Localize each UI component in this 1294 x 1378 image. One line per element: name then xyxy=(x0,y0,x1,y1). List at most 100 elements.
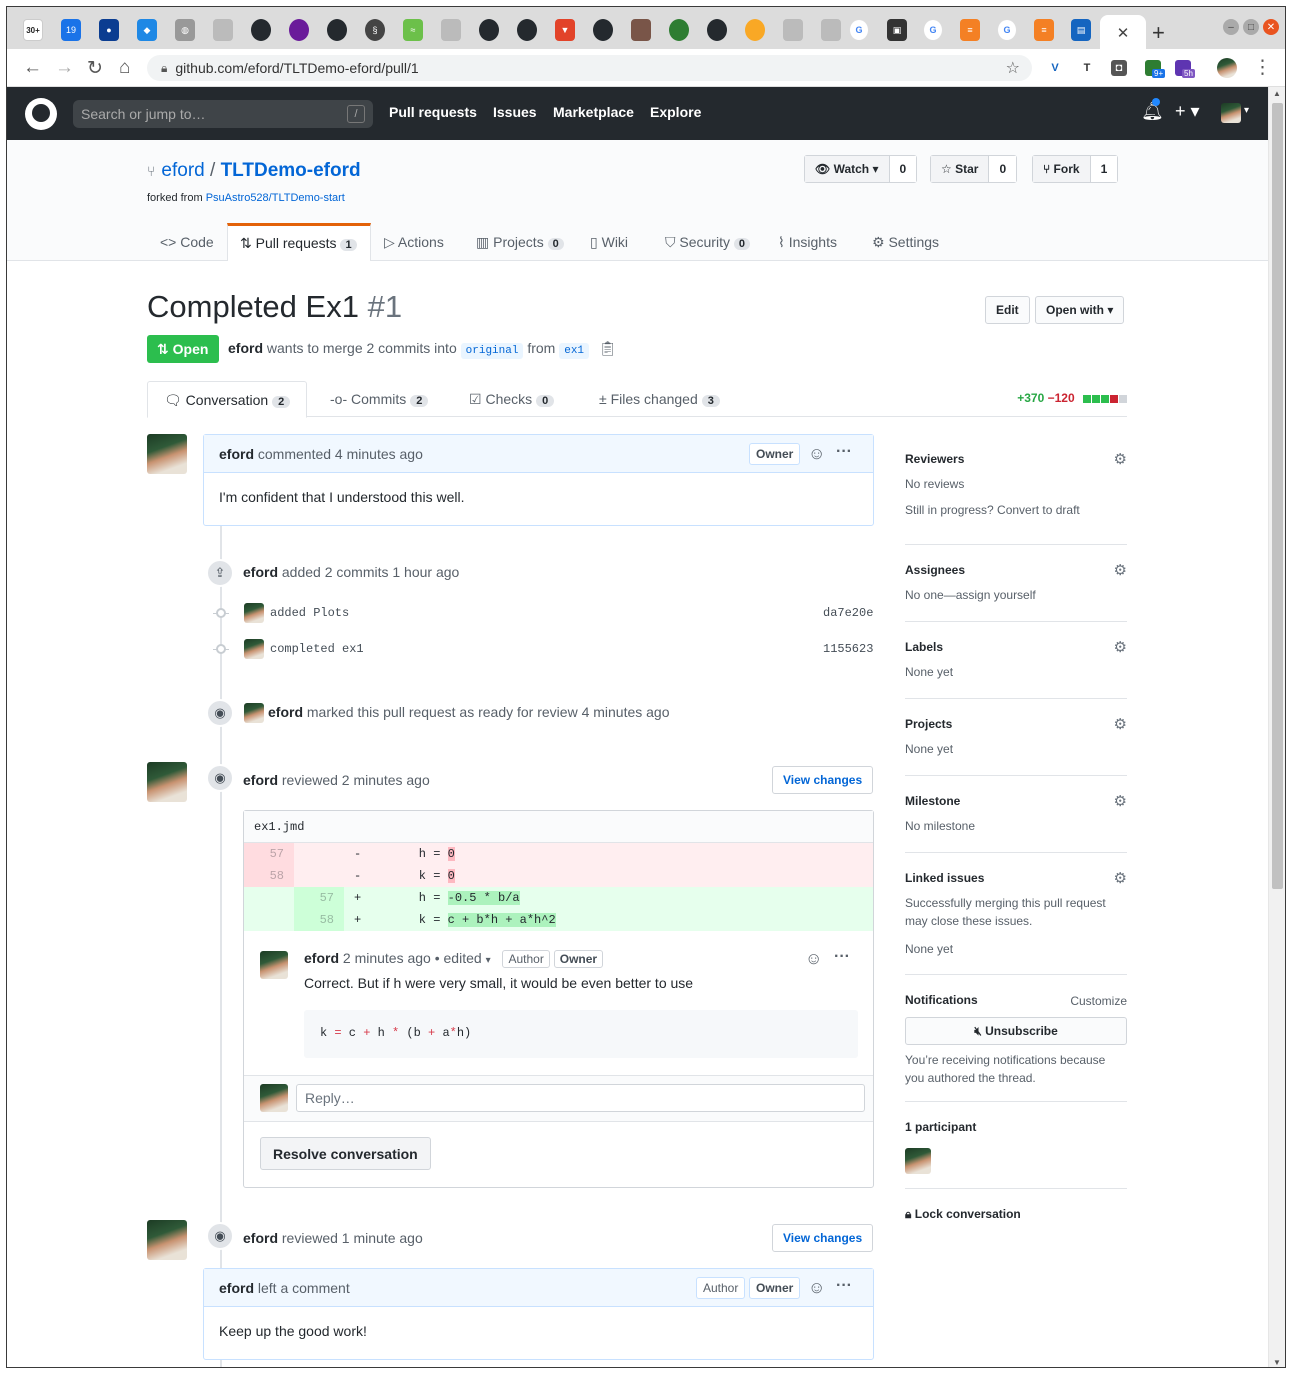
avatar[interactable] xyxy=(147,762,187,802)
tab-wiki[interactable]: ▯ Wiki xyxy=(590,223,628,261)
nav-issues[interactable]: Issues xyxy=(493,104,537,120)
gear-icon[interactable]: ⚙ xyxy=(1114,792,1127,810)
extension-badge-icon-1[interactable]: 9+ xyxy=(1145,60,1166,78)
tab-github-5[interactable] xyxy=(593,19,613,41)
avatar[interactable] xyxy=(244,639,264,659)
tab-github-3[interactable] xyxy=(479,19,499,41)
diff-line-deleted[interactable]: 57 - h = 0 xyxy=(244,843,873,865)
tab-github-4[interactable] xyxy=(517,19,537,41)
tab-checks[interactable]: ☑ Checks 0 xyxy=(469,381,555,417)
star-button[interactable]: ☆ Star 0 xyxy=(930,155,1018,183)
comment-author[interactable]: eford xyxy=(219,1280,254,1296)
maximize-icon[interactable]: □ xyxy=(1243,19,1259,35)
more-options-icon[interactable]: ··· xyxy=(836,1277,852,1295)
extension-v-icon[interactable]: V xyxy=(1047,60,1063,76)
bookmark-star-icon[interactable]: ☆ xyxy=(1006,58,1020,78)
comment-author[interactable]: eford xyxy=(304,950,339,966)
event-author[interactable]: eford xyxy=(243,564,278,580)
unsubscribe-button[interactable]: 🔇︎ Unsubscribe xyxy=(905,1017,1127,1045)
view-changes-button[interactable]: View changes xyxy=(772,1224,874,1252)
view-changes-button[interactable]: View changes xyxy=(772,766,874,794)
emoji-reaction-icon[interactable]: ☺ xyxy=(808,444,825,464)
fork-count[interactable]: 1 xyxy=(1090,156,1118,182)
tab-actions[interactable]: ▷ Actions xyxy=(384,223,444,261)
gear-icon[interactable]: ⚙ xyxy=(1114,715,1127,733)
tab-insights[interactable]: ⌇ Insights xyxy=(778,223,837,261)
reload-icon[interactable]: ↻ xyxy=(87,57,103,80)
emoji-reaction-icon[interactable]: ☺ xyxy=(808,1278,825,1298)
close-window-icon[interactable]: ✕ xyxy=(1263,19,1279,35)
participant-avatar[interactable] xyxy=(905,1148,931,1174)
assign-yourself-link[interactable]: No one—assign yourself xyxy=(905,586,1036,604)
extension-t-icon[interactable]: T xyxy=(1079,60,1095,76)
gear-icon[interactable]: ⚙ xyxy=(1114,561,1127,579)
edit-button[interactable]: Edit xyxy=(985,296,1030,324)
gear-icon[interactable]: ⚙ xyxy=(1114,869,1127,887)
extension-badge-icon-2[interactable]: 5h xyxy=(1175,60,1195,78)
tab-icon-10[interactable]: ≈ xyxy=(403,19,423,41)
gear-icon[interactable]: ⚙ xyxy=(1114,450,1127,468)
star-count[interactable]: 0 xyxy=(989,156,1017,182)
tab-settings[interactable]: ⚙ Settings xyxy=(872,223,939,261)
tab-security[interactable]: ⛉ Security 0 xyxy=(665,223,750,261)
more-options-icon[interactable]: ··· xyxy=(834,948,850,966)
fork-button[interactable]: ⑂ Fork 1 xyxy=(1032,155,1119,183)
tab-google-2[interactable]: G xyxy=(923,19,943,41)
diff-line-deleted[interactable]: 58 - k = 0 xyxy=(244,865,873,887)
back-icon[interactable]: ← xyxy=(23,57,42,79)
head-branch[interactable]: ex1 xyxy=(559,343,590,359)
tab-pull-requests[interactable]: ⇅ Pull requests 1 xyxy=(227,223,371,261)
tab-icon-16[interactable] xyxy=(631,19,651,41)
edited-caret-icon[interactable]: ▾ xyxy=(486,955,491,966)
clipboard-icon[interactable]: 📋︎ xyxy=(599,340,617,356)
watch-button[interactable]: 👁︎ Watch ▾ 0 xyxy=(804,155,918,183)
tab-google-3[interactable]: G xyxy=(997,19,1017,41)
pr-author-link[interactable]: eford xyxy=(228,340,263,356)
minimize-icon[interactable]: – xyxy=(1223,19,1239,35)
tab-gitlab[interactable]: ▼ xyxy=(555,19,575,41)
reply-input[interactable]: Reply… xyxy=(296,1084,865,1112)
assignees-title[interactable]: Assignees xyxy=(905,563,965,577)
tab-icon-4[interactable]: ◍ xyxy=(175,19,195,41)
event-author[interactable]: eford xyxy=(243,1230,278,1246)
tab-icon-20[interactable] xyxy=(783,19,803,41)
event-author[interactable]: eford xyxy=(268,704,303,720)
nav-pull-requests[interactable]: Pull requests xyxy=(389,104,477,120)
search-input[interactable]: Search or jump to… / xyxy=(73,100,373,128)
tab-active[interactable]: ✕ xyxy=(1100,15,1146,51)
open-with-button[interactable]: Open with ▾ xyxy=(1035,296,1125,324)
scrollbar[interactable]: ▲ ▼ xyxy=(1268,87,1285,1367)
scroll-down-icon[interactable]: ▼ xyxy=(1273,1358,1281,1367)
lock-conversation-link[interactable]: 🔒︎ Lock conversation xyxy=(905,1207,1021,1222)
tab-icon-3[interactable]: ◆ xyxy=(137,19,157,41)
diff-filename[interactable]: ex1.jmd xyxy=(244,811,873,843)
nav-marketplace[interactable]: Marketplace xyxy=(553,104,634,120)
avatar[interactable] xyxy=(244,603,264,623)
resolve-conversation-button[interactable]: Resolve conversation xyxy=(260,1137,431,1170)
diff-line-added[interactable]: 58 + k = c + b*h + a*h^2 xyxy=(244,909,873,931)
repo-owner-link[interactable]: eford xyxy=(161,160,204,181)
commit-message[interactable]: added Plots xyxy=(270,606,349,620)
emoji-reaction-icon[interactable]: ☺ xyxy=(805,949,822,969)
tab-icon-28[interactable]: ▤ xyxy=(1071,19,1091,41)
projects-title[interactable]: Projects xyxy=(905,717,952,731)
tab-projects[interactable]: ▥ Projects 0 xyxy=(476,223,564,261)
forked-from-link[interactable]: PsuAstro528/TLTDemo-start xyxy=(206,192,345,204)
commit-message[interactable]: completed ex1 xyxy=(270,642,364,656)
milestone-title[interactable]: Milestone xyxy=(905,794,960,808)
avatar[interactable] xyxy=(147,434,187,474)
reviewers-title[interactable]: Reviewers xyxy=(905,452,964,466)
gear-icon[interactable]: ⚙ xyxy=(1114,638,1127,656)
linked-issues-title[interactable]: Linked issues xyxy=(905,871,984,885)
tab-github-6[interactable] xyxy=(707,19,727,41)
commit-sha[interactable]: da7e20e xyxy=(823,606,873,620)
tab-code[interactable]: <> Code xyxy=(160,223,214,261)
tab-icon-9[interactable]: § xyxy=(365,19,385,41)
diff-line-added[interactable]: 57 + h = -0.5 * b/a xyxy=(244,887,873,909)
tab-gmail[interactable]: 30+ xyxy=(23,19,43,41)
comment-author[interactable]: eford xyxy=(219,446,254,462)
avatar[interactable] xyxy=(260,951,288,979)
watch-count[interactable]: 0 xyxy=(889,156,917,182)
tab-calendar[interactable]: 19 xyxy=(61,19,81,41)
avatar[interactable] xyxy=(244,703,264,723)
